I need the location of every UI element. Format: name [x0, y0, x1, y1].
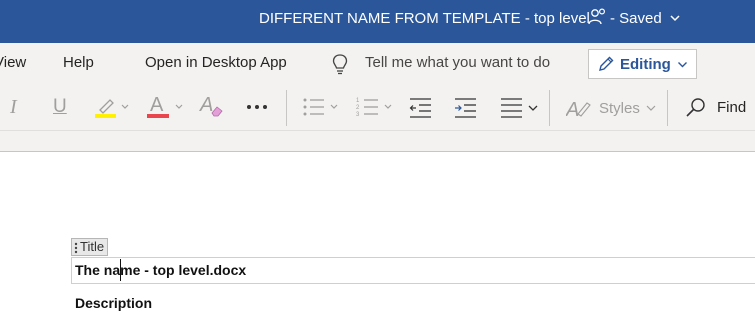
- ribbon-gap: [0, 131, 755, 152]
- description-label: Description: [75, 295, 153, 311]
- italic-icon[interactable]: I: [10, 96, 17, 119]
- chevron-down-icon[interactable]: [645, 103, 657, 113]
- content-control-tag-label: Title: [80, 239, 105, 254]
- open-desktop-app-button[interactable]: Open in Desktop App: [145, 54, 287, 71]
- chevron-down-icon: [678, 62, 687, 68]
- svg-text:1: 1: [356, 98, 360, 104]
- title-content-control[interactable]: The name - top level.docx: [71, 257, 755, 284]
- increase-indent-icon[interactable]: [454, 97, 478, 119]
- editing-mode-button[interactable]: Editing: [588, 49, 697, 79]
- coauthor-icon[interactable]: [588, 8, 608, 26]
- document-title[interactable]: DIFFERENT NAME FROM TEMPLATE - top level: [259, 10, 590, 27]
- title-value[interactable]: The name - top level.docx: [75, 262, 246, 278]
- numbering-icon[interactable]: 1 2 3: [356, 96, 396, 120]
- menu-view[interactable]: View: [0, 54, 26, 71]
- svg-text:A: A: [566, 99, 579, 120]
- eraser-icon: [211, 106, 223, 117]
- lightbulb-icon: [332, 54, 348, 75]
- chevron-down-icon[interactable]: [669, 12, 681, 24]
- drag-handle-icon[interactable]: [74, 242, 78, 254]
- pencil-icon: [599, 56, 614, 71]
- highlight-icon[interactable]: [92, 95, 132, 121]
- find-button[interactable]: Find: [717, 99, 746, 116]
- styles-label[interactable]: Styles: [599, 100, 640, 117]
- ribbon-separator: [286, 90, 287, 126]
- find-icon[interactable]: [685, 97, 707, 119]
- styles-icon[interactable]: A: [566, 96, 594, 120]
- menu-help[interactable]: Help: [63, 54, 94, 71]
- content-control-tag[interactable]: Title: [71, 238, 109, 256]
- editing-label: Editing: [620, 56, 671, 73]
- title-bar: DIFFERENT NAME FROM TEMPLATE - top level…: [0, 0, 755, 43]
- decrease-indent-icon[interactable]: [409, 97, 433, 119]
- svg-text:3: 3: [356, 112, 360, 118]
- text-cursor: [120, 259, 121, 281]
- ribbon-separator: [549, 90, 550, 126]
- align-icon[interactable]: [500, 97, 542, 119]
- font-color-dropdown[interactable]: [146, 95, 190, 121]
- tell-me-search[interactable]: Tell me what you want to do: [365, 54, 550, 71]
- bullets-icon[interactable]: [302, 96, 342, 120]
- underline-icon[interactable]: U: [53, 96, 67, 118]
- ribbon-separator: [667, 90, 668, 126]
- svg-text:2: 2: [356, 105, 360, 111]
- more-icon[interactable]: [246, 104, 268, 110]
- save-status[interactable]: - Saved: [610, 10, 662, 27]
